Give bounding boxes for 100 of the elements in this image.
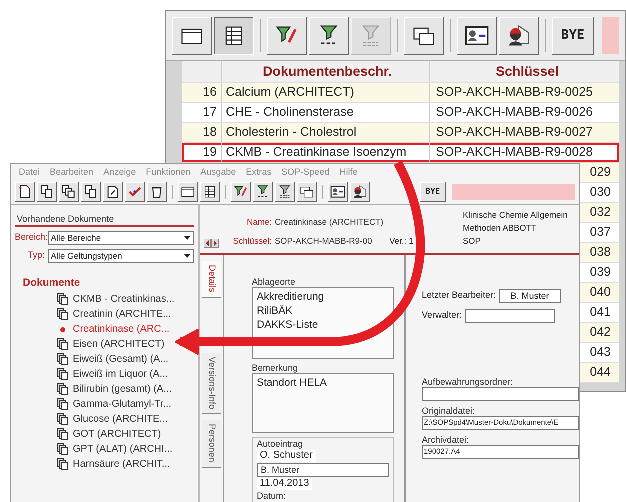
filter-icon [277,184,293,200]
table-row[interactable]: 039 [580,263,619,283]
tree-item-label: Gamma-Glutamyl-Tr... [73,398,172,412]
documents-icon [57,338,69,351]
version-label: Ver.: 1 [390,235,414,248]
documents-icon [57,428,69,441]
field-label: Datum: [257,490,288,501]
documents-icon [57,353,69,366]
table-row[interactable]: 042 [580,323,619,343]
list-item[interactable]: Akkreditierung [257,290,324,304]
tree-item-label: Harnsäure (ARCHIT... [73,458,170,472]
table-row[interactable]: 040 [580,283,619,303]
text-area-value: Standort HELA [257,377,328,389]
table-cell: CKMB - Creatinkinase Isoenzym [222,143,430,162]
table-row[interactable]: 032 [580,203,619,223]
list-item[interactable]: DAKKS-Liste [257,318,318,332]
field-value: Creatinkinase (ARCHITECT) [275,216,384,228]
documents-icon [57,458,69,471]
table-cell-text: SOP-AKCH-MABB-R9-0027 [435,124,594,141]
table-row[interactable]: 18 Cholesterin - Cholestrol SOP-AKCH-MABB-R9-0027 [182,123,619,143]
tree-item[interactable]: Harnsäure (ARCHIT... [15,457,170,472]
reviewer-field[interactable]: B. Muster [257,462,389,476]
table-row[interactable]: 038 [580,243,619,263]
input-field[interactable] [465,309,556,323]
table-row[interactable]: 16 Calcium (ARCHITECT) SOP-AKCH-MABB-R9-0025 [182,83,619,103]
tree-item-label: Glucose (ARCHITE... [73,413,168,427]
tab[interactable]: Versions-Info [202,352,222,414]
exit-button[interactable]: BYE [552,16,594,54]
document-icon [17,184,33,200]
row-number: 19 [182,143,222,162]
toolbar-button[interactable] [214,16,254,54]
documents-icon [83,184,99,200]
tree-item-label: Bilirubin (gesamt) (A... [73,383,172,397]
table-row[interactable]: 17 CHE - Cholinensterase SOP-AKCH-MABB-R9-0026 [182,103,619,123]
tree-item[interactable]: Creatinkinase (ARC... [15,322,170,337]
tab[interactable]: Details [202,261,222,298]
info-text: Klinische Chemie Allgemein [463,209,569,222]
field-label: Archivdatei: [422,434,470,445]
table-row[interactable]: 029 [580,163,619,183]
documents-icon [57,443,69,456]
panel-title: Vorhandene Dokumente [15,205,194,227]
caret-icon [184,254,191,258]
documents-icon [39,184,55,200]
group-label: Bemerkung [252,362,300,373]
field-label: Aufbewahrungsordner: [422,376,514,387]
table-row[interactable]: 043 [580,343,619,363]
input-field[interactable] [422,387,579,401]
info-text: SOP [463,235,482,248]
person-icon [506,22,532,48]
documents-icon [57,383,69,396]
tree-item-label: GOT (ARCHITECT) [73,428,162,442]
tree-item[interactable]: Eiweiß im Liquor (A... [15,367,168,382]
filter-icon [255,184,271,200]
documents-icon [61,184,77,200]
tree-item[interactable]: CKMB - Creatinkinas... [15,292,175,307]
table-row[interactable]: 044 [580,363,619,383]
tree-item[interactable]: GPT (ALAT) (ARCHI... [15,442,173,457]
dropdown[interactable]: Alle Bereiche [48,231,194,245]
tree-item-label: Eiweiß im Liquor (A... [73,368,168,382]
tab[interactable]: Personen [202,420,222,468]
input-field[interactable]: B. Muster [499,289,562,303]
navigation-arrows-icon[interactable] [204,239,220,248]
table-row[interactable]: 037 [580,223,619,243]
documents-icon [57,398,69,411]
documents-icon [57,413,69,426]
row-number: 16 [182,83,222,102]
row-number: 17 [182,103,222,122]
caret-icon [184,236,191,240]
field-label: Typ: [26,249,45,262]
table-row[interactable]: 030 [580,183,619,203]
tree-item[interactable]: Creatinin (ARCHITE... [15,307,172,322]
table-cell-text: SOP-AKCH-MABB-R9-0028 [435,144,594,161]
tree-item-label: GPT (ALAT) (ARCHI... [73,443,173,457]
info-text: Methoden ABBOTT [463,222,538,235]
tree-heading[interactable]: Dokumente [23,276,194,290]
table-cell: CHE - Cholinensterase [222,103,430,122]
group-label: Ablageorte [252,276,297,287]
table-cell: Calcium (ARCHITECT) [222,83,430,102]
table-row[interactable]: 041 [580,303,619,323]
tree-item[interactable]: GOT (ARCHITECT) [15,427,162,442]
tree-item[interactable]: Eiweiß (Gesamt) (A... [15,352,169,367]
table-row[interactable]: 19 CKMB - Creatinkinase Isoenzym SOP-AKCH-MABB-R9-0028 [182,143,619,163]
list-item[interactable]: RiliBÄK [257,304,293,318]
dropdown[interactable]: Alle Geltungstypen [48,249,194,263]
field-label: Name: [246,216,272,228]
field-label: Verwalter: [422,309,462,322]
tree-item[interactable]: Eisen (ARCHITECT) [15,337,165,352]
tree-item[interactable]: Bilirubin (gesamt) (A... [15,382,172,397]
status-panel [602,17,619,54]
field-label: Schlüssel: [232,235,272,248]
text-area[interactable]: Standort HELA [252,373,394,433]
dropdown-value: Alle Geltungstypen [51,250,122,262]
column-header[interactable]: Dokumentenbeschr. [222,61,430,82]
column-header[interactable]: Schlüssel [430,61,619,82]
tree-item[interactable]: Glucose (ARCHITE... [15,412,168,427]
exit-button[interactable]: BYE [420,182,446,202]
tree-item-label: Eiweiß (Gesamt) (A... [73,353,169,367]
field-label: Bereich: [15,231,45,244]
tree-item[interactable]: Gamma-Glutamyl-Tr... [15,397,172,412]
id-card-icon [330,184,346,200]
